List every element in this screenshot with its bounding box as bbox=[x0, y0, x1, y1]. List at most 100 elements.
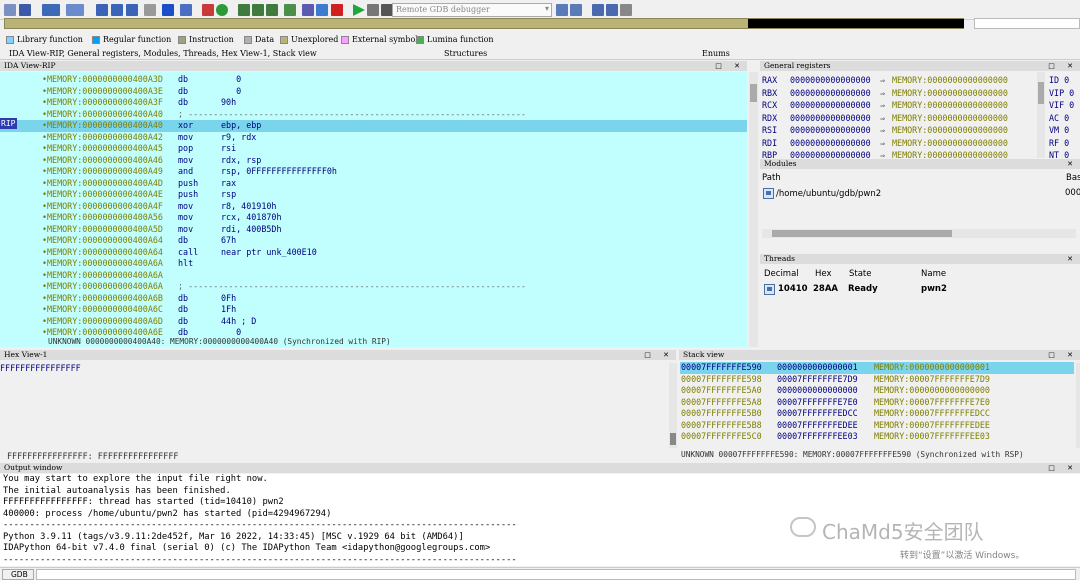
module-row[interactable]: /home/ubuntu/gdb/pwn2 bbox=[763, 188, 881, 199]
scroll-thumb[interactable] bbox=[1038, 82, 1044, 104]
disasm-line[interactable]: • MEMORY:0000000000400A64 db 67h bbox=[0, 235, 747, 247]
enum-icon[interactable] bbox=[252, 4, 264, 16]
pause-icon[interactable] bbox=[367, 4, 379, 16]
modules-path-header[interactable]: Path bbox=[762, 173, 781, 183]
modules-base-header[interactable]: Bas bbox=[1066, 173, 1080, 183]
flag-value[interactable]: RF 0 bbox=[1049, 137, 1069, 150]
disasm-line[interactable]: • MEMORY:0000000000400A4F mov r8, 401910h bbox=[0, 201, 747, 213]
text-search-icon[interactable] bbox=[111, 4, 123, 16]
window-controls-icon[interactable]: □ ✕ bbox=[1048, 463, 1078, 473]
disasm-line[interactable]: • MEMORY:0000000000400A6A bbox=[0, 270, 747, 282]
stack-row[interactable]: 00007FFFFFFFE5A0 0000000000000000 MEMORY:0… bbox=[680, 385, 1074, 397]
disasm-line[interactable]: • MEMORY:0000000000400A3E db 0 bbox=[0, 86, 747, 98]
disasm-line[interactable]: • MEMORY:0000000000400A6D db 44h ; D bbox=[0, 316, 747, 328]
disasm-line[interactable]: • MEMORY:0000000000400A3D db 0 bbox=[0, 74, 747, 86]
jump-down-icon[interactable] bbox=[162, 4, 174, 16]
save-icon[interactable] bbox=[19, 4, 31, 16]
col-name[interactable]: Name bbox=[921, 269, 946, 279]
disasm-line[interactable]: • MEMORY:0000000000400A4D push rax bbox=[0, 178, 747, 190]
disasm-line[interactable]: • MEMORY:0000000000400A45 pop rsi bbox=[0, 143, 747, 155]
disasm-line[interactable]: • MEMORY:0000000000400A6C db 1Fh bbox=[0, 304, 747, 316]
tab-structures[interactable]: Structures bbox=[444, 49, 487, 58]
register-row[interactable]: RDI 0000000000000000 ⇒ MEMORY:0000000000000… bbox=[762, 137, 1037, 150]
breakpoint-icon[interactable] bbox=[302, 4, 314, 16]
window-controls-icon[interactable]: □ ✕ bbox=[1048, 61, 1078, 71]
modules-hscrollbar[interactable] bbox=[762, 229, 1076, 238]
code-icon[interactable] bbox=[180, 4, 192, 16]
flag-value[interactable]: VIP 0 bbox=[1049, 87, 1074, 100]
window-controls-icon[interactable]: □ ✕ bbox=[715, 61, 745, 71]
window-icon[interactable] bbox=[592, 4, 604, 16]
disasm-line[interactable]: • MEMORY:0000000000400A6B db 0Fh bbox=[0, 293, 747, 305]
tab-enums[interactable]: Enums bbox=[702, 49, 730, 58]
ida-scrollbar[interactable] bbox=[749, 72, 758, 347]
disasm-line[interactable]: • MEMORY:0000000000400A64 call near ptr unk… bbox=[0, 247, 747, 259]
disasm-line[interactable]: • MEMORY:0000000000400A40; --------------… bbox=[0, 109, 747, 121]
disassembly-view[interactable]: • MEMORY:0000000000400A3D db 0 • MEMORY:0000… bbox=[0, 72, 747, 347]
graph-icon[interactable] bbox=[202, 4, 214, 16]
window-controls-icon[interactable]: ✕ bbox=[1067, 159, 1078, 169]
forward-icon[interactable] bbox=[66, 4, 84, 16]
disasm-line[interactable]: • MEMORY:0000000000400A4E push rsp bbox=[0, 189, 747, 201]
disasm-line[interactable]: • MEMORY:0000000000400A49 and rsp, 0FFFFFFF… bbox=[0, 166, 747, 178]
command-input[interactable] bbox=[36, 569, 1076, 580]
stack-row[interactable]: 00007FFFFFFFE598 00007FFFFFFFE7D9 MEMORY:0… bbox=[680, 374, 1074, 386]
disasm-line-current[interactable]: • MEMORY:0000000000400A40 xor ebp, ebp bbox=[0, 120, 747, 132]
flag-value[interactable]: VIF 0 bbox=[1049, 99, 1074, 112]
scroll-thumb[interactable] bbox=[750, 84, 757, 102]
hexview-scrollbar[interactable] bbox=[669, 363, 677, 448]
register-row[interactable]: RCX 0000000000000000 ⇒ MEMORY:0000000000000… bbox=[762, 99, 1037, 112]
settings-icon[interactable] bbox=[620, 4, 632, 16]
struct-icon[interactable] bbox=[238, 4, 250, 16]
disasm-line[interactable]: • MEMORY:0000000000400A6A; --------------… bbox=[0, 281, 747, 293]
navigation-address-field[interactable] bbox=[974, 18, 1080, 29]
disasm-line[interactable]: • MEMORY:0000000000400A3F db 90h bbox=[0, 97, 747, 109]
flag-value[interactable]: VM 0 bbox=[1049, 124, 1069, 137]
hexview-row[interactable]: FFFFFFFFFFFFFFFF bbox=[0, 363, 81, 373]
col-state[interactable]: State bbox=[849, 269, 872, 279]
debugger-select[interactable]: Remote GDB debugger ▾ bbox=[392, 3, 552, 17]
stack-scrollbar[interactable] bbox=[1076, 363, 1080, 448]
delete-icon[interactable] bbox=[331, 4, 343, 16]
stack-row-current[interactable]: 00007FFFFFFFE590 0000000000000001 MEMORY:0… bbox=[680, 362, 1074, 374]
col-hex[interactable]: Hex bbox=[815, 269, 832, 279]
step-over-icon[interactable] bbox=[570, 4, 582, 16]
window-controls-icon[interactable]: □ ✕ bbox=[644, 350, 674, 360]
stack-row[interactable]: 00007FFFFFFFE5A8 00007FFFFFFFE7E0 MEMORY:0… bbox=[680, 397, 1074, 409]
step-into-icon[interactable] bbox=[556, 4, 568, 16]
flag-value[interactable]: ID 0 bbox=[1049, 74, 1069, 87]
stack-row[interactable]: 00007FFFFFFFE5C0 00007FFFFFFFEE03 MEMORY:0… bbox=[680, 431, 1074, 443]
patch-icon[interactable] bbox=[144, 4, 156, 16]
window-controls-icon[interactable]: ✕ bbox=[1067, 254, 1078, 264]
next-search-icon[interactable] bbox=[126, 4, 138, 16]
disasm-line[interactable]: • MEMORY:0000000000400A6A hlt bbox=[0, 258, 747, 270]
disasm-line[interactable]: • MEMORY:0000000000400A56 mov rcx, 401870h bbox=[0, 212, 747, 224]
flag-value[interactable]: AC 0 bbox=[1049, 112, 1069, 125]
register-row[interactable]: RDX 0000000000000000 ⇒ MEMORY:0000000000000… bbox=[762, 112, 1037, 125]
disasm-line[interactable]: • MEMORY:0000000000400A42 mov r9, rdx bbox=[0, 132, 747, 144]
window-controls-icon[interactable]: □ ✕ bbox=[1048, 350, 1078, 360]
register-row[interactable]: RBX 0000000000000000 ⇒ MEMORY:0000000000000… bbox=[762, 87, 1037, 100]
trace-icon[interactable] bbox=[316, 4, 328, 16]
open-icon[interactable] bbox=[4, 4, 16, 16]
register-row[interactable]: RAX 0000000000000000 ⇒ MEMORY:0000000000000… bbox=[762, 74, 1037, 87]
scroll-thumb[interactable] bbox=[670, 433, 676, 445]
run-script-icon[interactable] bbox=[216, 4, 228, 16]
list-icon[interactable] bbox=[606, 4, 618, 16]
gdb-button[interactable]: GDB bbox=[2, 569, 34, 580]
disasm-line[interactable]: • MEMORY:0000000000400A46 mov rdx, rsp bbox=[0, 155, 747, 167]
func-icon[interactable] bbox=[266, 4, 278, 16]
disasm-line[interactable]: • MEMORY:0000000000400A5D mov rdi, 400B5Dh bbox=[0, 224, 747, 236]
scroll-thumb[interactable] bbox=[772, 230, 952, 237]
stack-row[interactable]: 00007FFFFFFFE5B8 00007FFFFFFFEDEE MEMORY:0… bbox=[680, 420, 1074, 432]
navigation-band[interactable] bbox=[4, 18, 964, 29]
register-row[interactable]: RSI 0000000000000000 ⇒ MEMORY:0000000000000… bbox=[762, 124, 1037, 137]
add-icon[interactable] bbox=[284, 4, 296, 16]
col-decimal[interactable]: Decimal bbox=[764, 269, 799, 279]
tab-ida-view[interactable]: IDA View-RIP, General registers, Modules… bbox=[9, 49, 317, 58]
registers-scrollbar[interactable] bbox=[1037, 72, 1045, 158]
stack-row[interactable]: 00007FFFFFFFE5B0 00007FFFFFFFEDCC MEMORY:0… bbox=[680, 408, 1074, 420]
start-debug-icon[interactable] bbox=[353, 4, 365, 16]
binary-search-icon[interactable] bbox=[96, 4, 108, 16]
back-icon[interactable] bbox=[42, 4, 60, 16]
